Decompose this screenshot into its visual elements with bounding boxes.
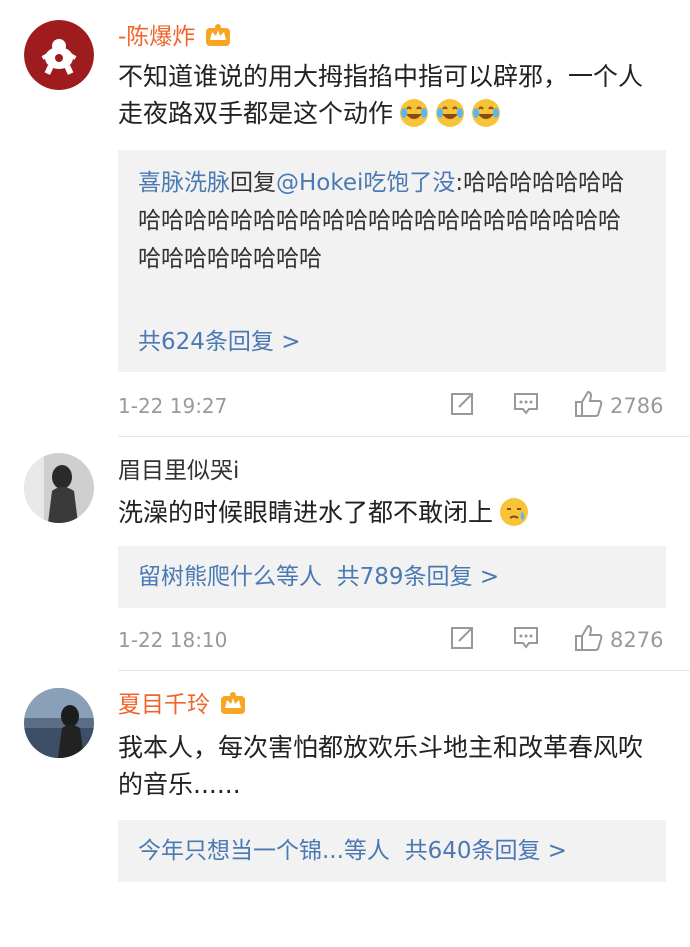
comment-text: 不知道谁说的用大拇指掐中指可以辟邪，一个人走夜路双手都是这个动作 xyxy=(118,58,658,132)
comment-body: 我本人，每次害怕都放欢乐斗地主和改革春风吹的音乐...... xyxy=(118,733,644,799)
like-button[interactable]: 2786 xyxy=(574,390,663,422)
reply-preview[interactable]: 留树熊爬什么等人 共789条回复 > xyxy=(118,546,666,608)
share-icon[interactable] xyxy=(450,390,476,416)
like-count: 2786 xyxy=(610,394,664,418)
username-text[interactable]: 夏目千玲 xyxy=(118,692,210,718)
like-count: 8276 xyxy=(610,628,664,652)
vip-crown-icon xyxy=(205,23,231,55)
reply-count[interactable]: 共789条回复 > xyxy=(337,564,499,590)
thumbs-up-icon xyxy=(574,390,604,422)
laugh-cry-emoji-icon xyxy=(471,98,501,128)
timestamp: 1-22 19:27 xyxy=(118,394,228,418)
comment-meta: 1-22 19:27 2786 xyxy=(118,390,666,420)
reply-text: 喜脉洗脉回复@Hokei吃饱了没:哈哈哈哈哈哈哈哈哈哈哈哈哈哈哈哈哈哈哈哈哈哈哈… xyxy=(138,164,638,278)
reply-from-user[interactable]: 喜脉洗脉 xyxy=(138,170,230,196)
view-replies-link[interactable]: 共624条回复 > xyxy=(138,327,300,357)
comment-text: 我本人，每次害怕都放欢乐斗地主和改革春风吹的音乐...... xyxy=(118,729,658,803)
thumbs-up-icon xyxy=(574,624,604,656)
comment-body: 洗澡的时候眼睛进水了都不敢闭上 xyxy=(118,498,494,527)
view-replies-link[interactable]: 留树熊爬什么等人 共789条回复 > xyxy=(138,562,499,592)
comment-meta: 1-22 18:10 8276 xyxy=(118,624,666,654)
reply-to-user[interactable]: @Hokei吃饱了没 xyxy=(276,170,455,196)
reply-preview[interactable]: 喜脉洗脉回复@Hokei吃饱了没:哈哈哈哈哈哈哈哈哈哈哈哈哈哈哈哈哈哈哈哈哈哈哈… xyxy=(118,150,666,372)
reply-users[interactable]: 今年只想当一个锦...等人 xyxy=(138,838,390,864)
reply-users[interactable]: 留树熊爬什么等人 xyxy=(138,564,322,590)
avatar[interactable] xyxy=(24,20,94,90)
timestamp: 1-22 18:10 xyxy=(118,628,228,652)
avatar[interactable] xyxy=(24,453,94,523)
share-icon[interactable] xyxy=(450,624,476,650)
reply-preview[interactable]: 今年只想当一个锦...等人 共640条回复 > xyxy=(118,820,666,882)
username[interactable]: 眉目里似哭i xyxy=(118,456,239,486)
view-replies-link[interactable]: 今年只想当一个锦...等人 共640条回复 > xyxy=(138,836,567,866)
username-text[interactable]: -陈爆炸 xyxy=(118,24,195,50)
username[interactable]: 夏目千玲 xyxy=(118,690,246,723)
comment-icon[interactable] xyxy=(513,624,539,650)
vip-crown-icon xyxy=(220,691,246,723)
laugh-cry-emoji-icon xyxy=(399,98,429,128)
comment-body: 不知道谁说的用大拇指掐中指可以辟邪，一个人走夜路双手都是这个动作 xyxy=(118,62,644,128)
reply-count[interactable]: 共640条回复 > xyxy=(405,838,567,864)
comment-icon[interactable] xyxy=(513,390,539,416)
divider xyxy=(118,436,690,437)
comment-text: 洗澡的时候眼睛进水了都不敢闭上 xyxy=(118,494,658,531)
laugh-cry-emoji-icon xyxy=(435,98,465,128)
username[interactable]: -陈爆炸 xyxy=(118,22,231,55)
like-button[interactable]: 8276 xyxy=(574,624,663,656)
avatar[interactable] xyxy=(24,688,94,758)
reply-verb: 回复 xyxy=(230,170,276,196)
divider xyxy=(118,670,690,671)
sweat-emoji-icon xyxy=(499,497,529,527)
